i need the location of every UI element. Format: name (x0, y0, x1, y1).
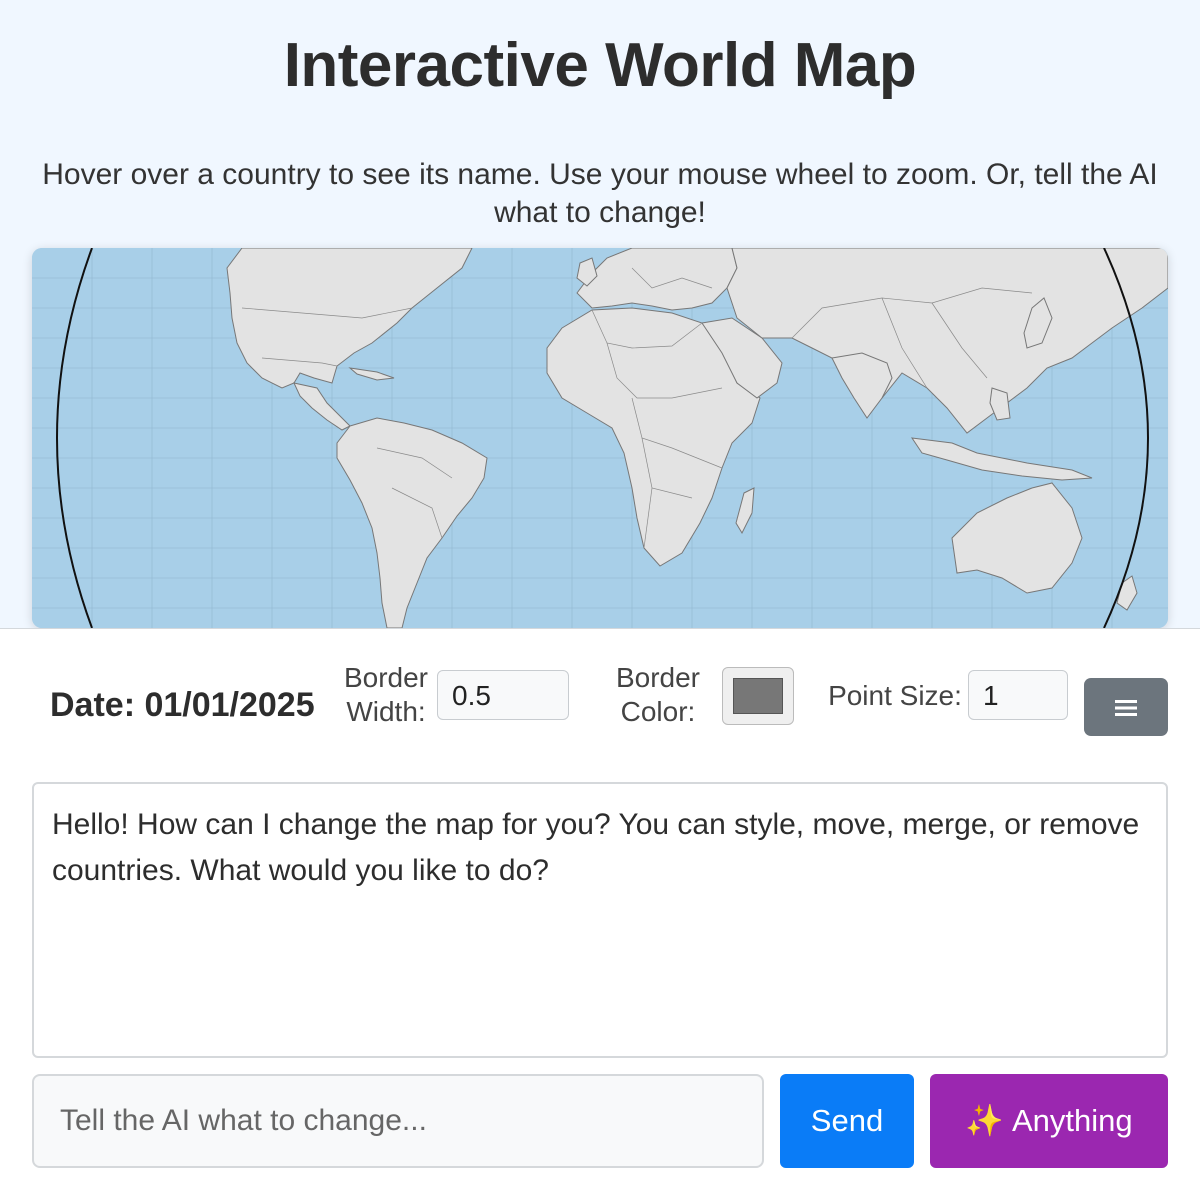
border-color-label-line2: Color: (620, 696, 696, 727)
border-color-label-line1: Border (615, 662, 701, 693)
chat-history[interactable]: Hello! How can I change the map for you?… (32, 782, 1168, 1058)
world-map[interactable] (32, 248, 1168, 628)
point-size-input[interactable]: 1 (968, 670, 1068, 720)
page-subtitle: Hover over a country to see its name. Us… (42, 158, 1158, 229)
prompt-input[interactable]: Tell the AI what to change... (32, 1074, 764, 1168)
border-color-label: Border Color: (610, 661, 706, 729)
border-color-picker[interactable] (722, 667, 794, 725)
border-width-label-line2: Width: (346, 696, 426, 727)
anything-button[interactable]: ✨ Anything (930, 1074, 1168, 1168)
border-width-label: Border Width: (340, 661, 432, 729)
anything-button-label: Anything (1011, 1103, 1133, 1138)
border-color-swatch (733, 678, 783, 714)
point-size-label: Point Size: (828, 680, 962, 711)
send-button[interactable]: Send (780, 1074, 914, 1168)
menu-button[interactable] (1084, 678, 1168, 736)
world-map-svg[interactable] (32, 248, 1168, 628)
assistant-message: Hello! How can I change the map for you?… (52, 808, 1140, 887)
page-title: Interactive World Map (283, 31, 917, 100)
border-width-label-line1: Border (343, 662, 429, 693)
date-label: Date: 01/01/2025 (50, 686, 315, 724)
sparkles-icon: ✨ (965, 1103, 1004, 1138)
hamburger-menu-icon (1115, 700, 1137, 717)
border-width-input[interactable]: 0.5 (437, 670, 569, 720)
